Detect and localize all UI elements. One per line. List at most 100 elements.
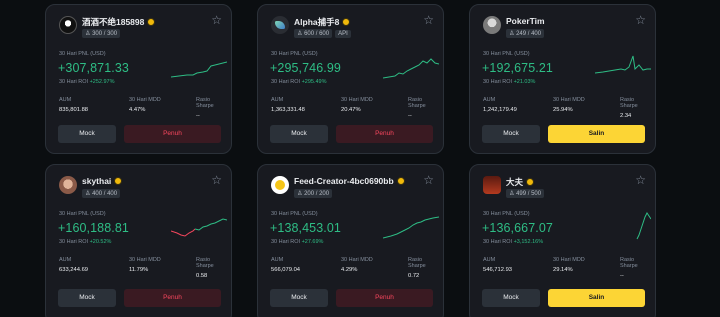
roi-row: 30 Hari ROI +252.97% (59, 79, 115, 85)
sharpe-label: Rasio Sharpe (620, 257, 638, 269)
copy-button[interactable]: Salin (548, 289, 645, 307)
full-button[interactable]: Penuh (336, 289, 433, 307)
mdd-value: 11.79% (129, 267, 149, 273)
avatar[interactable] (483, 16, 501, 34)
verified-badge-icon (342, 18, 351, 26)
copier-count: 499 / 500 (516, 191, 542, 197)
trader-name[interactable]: Alpha捕手8 (294, 16, 339, 28)
verified-badge-icon (396, 177, 405, 185)
copier-count: 300 / 300 (92, 31, 118, 37)
trader-name[interactable]: 酒酒不绝185898 (82, 16, 144, 28)
favorite-star-icon[interactable]: ☆ (635, 14, 646, 26)
roi-value: +3,152.16% (513, 239, 544, 245)
trader-tags: ♙ 200 / 200 (294, 189, 333, 198)
mdd-label: 30 Hari MDD (341, 97, 373, 103)
mock-button[interactable]: Mock (482, 289, 540, 307)
pnl-value: +192,675.21 (482, 61, 553, 75)
aum-label: AUM (483, 97, 496, 103)
trader-card[interactable]: 大夫 ♙ 499 / 500 ☆ 30 Hari PNL (USD) +136,… (469, 164, 656, 317)
trader-card[interactable]: skythai ♙ 400 / 400 ☆ 30 Hari PNL (USD) … (45, 164, 232, 317)
roi-value: +21.03% (513, 79, 536, 85)
copier-count-chip: ♙ 200 / 200 (294, 189, 333, 198)
aum-value: 1,242,179.49 (483, 107, 517, 113)
favorite-star-icon[interactable]: ☆ (211, 174, 222, 186)
favorite-star-icon[interactable]: ☆ (423, 174, 434, 186)
api-badge: API (335, 29, 351, 38)
mdd-value: 29.14% (553, 267, 573, 273)
avatar[interactable] (483, 176, 501, 194)
users-icon: ♙ (509, 31, 515, 37)
roi-row: 30 Hari ROI +27.69% (271, 239, 323, 245)
sharpe-value: -- (408, 113, 412, 119)
copier-count-chip: ♙ 400 / 400 (82, 189, 121, 198)
trader-name[interactable]: skythai (82, 176, 111, 186)
favorite-star-icon[interactable]: ☆ (211, 14, 222, 26)
full-button[interactable]: Penuh (336, 125, 433, 143)
mock-button[interactable]: Mock (270, 125, 328, 143)
sharpe-value: 0.58 (196, 273, 208, 279)
mock-button[interactable]: Mock (58, 125, 116, 143)
users-icon: ♙ (85, 191, 91, 197)
users-icon: ♙ (509, 191, 515, 197)
mock-button[interactable]: Mock (58, 289, 116, 307)
trader-card[interactable]: PokerTim ♙ 249 / 400 ☆ 30 Hari PNL (USD)… (469, 4, 656, 154)
pnl-sparkline (383, 216, 439, 239)
aum-value: 633,244.69 (59, 267, 89, 273)
copy-trading-grid: 酒酒不绝185898 ♙ 300 / 300 ☆ 30 Hari PNL (US… (45, 4, 672, 317)
trader-name-row: Feed-Creator-4bc0690bb (294, 176, 405, 186)
trader-tags: ♙ 249 / 400 (506, 29, 545, 38)
trader-tags: ♙ 499 / 500 (506, 189, 545, 198)
trader-name[interactable]: Feed-Creator-4bc0690bb (294, 176, 394, 186)
trader-tags: ♙ 400 / 400 (82, 189, 121, 198)
copier-count-chip: ♙ 249 / 400 (506, 29, 545, 38)
roi-label: 30 Hari ROI (59, 239, 89, 245)
roi-row: 30 Hari ROI +20.52% (59, 239, 111, 245)
trader-tags: ♙ 600 / 600 API (294, 29, 351, 38)
trader-card[interactable]: 酒酒不绝185898 ♙ 300 / 300 ☆ 30 Hari PNL (US… (45, 4, 232, 154)
pnl-label: 30 Hari PNL (USD) (59, 51, 106, 57)
trader-name[interactable]: PokerTim (506, 16, 545, 26)
aum-label: AUM (59, 257, 72, 263)
pnl-value: +138,453.01 (270, 221, 341, 235)
sharpe-label: Rasio Sharpe (408, 97, 426, 109)
stats-row: AUM 566,079.04 30 Hari MDD 4.29% Rasio Sha… (271, 257, 436, 279)
trader-tags: ♙ 300 / 300 (82, 29, 121, 38)
avatar[interactable] (59, 176, 77, 194)
copier-count-chip: ♙ 600 / 600 (294, 29, 333, 38)
pnl-sparkline (636, 212, 651, 240)
roi-value: +252.97% (89, 79, 115, 85)
full-button[interactable]: Penuh (124, 125, 221, 143)
favorite-star-icon[interactable]: ☆ (635, 174, 646, 186)
pnl-label: 30 Hari PNL (USD) (59, 211, 106, 217)
trader-name-row: PokerTim (506, 16, 545, 26)
copier-count: 400 / 400 (92, 191, 118, 197)
mock-button[interactable]: Mock (482, 125, 540, 143)
roi-row: 30 Hari ROI +295.49% (271, 79, 327, 85)
roi-value: +295.49% (301, 79, 327, 85)
mock-button[interactable]: Mock (270, 289, 328, 307)
avatar[interactable] (271, 176, 289, 194)
avatar[interactable] (59, 16, 77, 34)
sharpe-label: Rasio Sharpe (620, 97, 638, 109)
copier-count: 200 / 200 (304, 191, 330, 197)
copier-count-chip: ♙ 300 / 300 (82, 29, 121, 38)
avatar[interactable] (271, 16, 289, 34)
favorite-star-icon[interactable]: ☆ (423, 14, 434, 26)
trader-card[interactable]: Feed-Creator-4bc0690bb ♙ 200 / 200 ☆ 30 … (257, 164, 444, 317)
pnl-value: +136,667.07 (482, 221, 553, 235)
roi-label: 30 Hari ROI (483, 79, 513, 85)
pnl-sparkline (171, 61, 227, 78)
trader-name[interactable]: 大夫 (506, 176, 523, 188)
pnl-sparkline (171, 218, 227, 237)
aum-label: AUM (271, 257, 284, 263)
copier-count-chip: ♙ 499 / 500 (506, 189, 545, 198)
full-button[interactable]: Penuh (124, 289, 221, 307)
roi-label: 30 Hari ROI (483, 239, 513, 245)
aum-value: 546,712.93 (483, 267, 513, 273)
mdd-value: 25.94% (553, 107, 573, 113)
mdd-label: 30 Hari MDD (341, 257, 373, 263)
trader-name-row: skythai (82, 176, 123, 186)
copy-button[interactable]: Salin (548, 125, 645, 143)
pnl-label: 30 Hari PNL (USD) (483, 211, 530, 217)
trader-card[interactable]: Alpha捕手8 ♙ 600 / 600 API ☆ 30 Hari PNL (… (257, 4, 444, 154)
